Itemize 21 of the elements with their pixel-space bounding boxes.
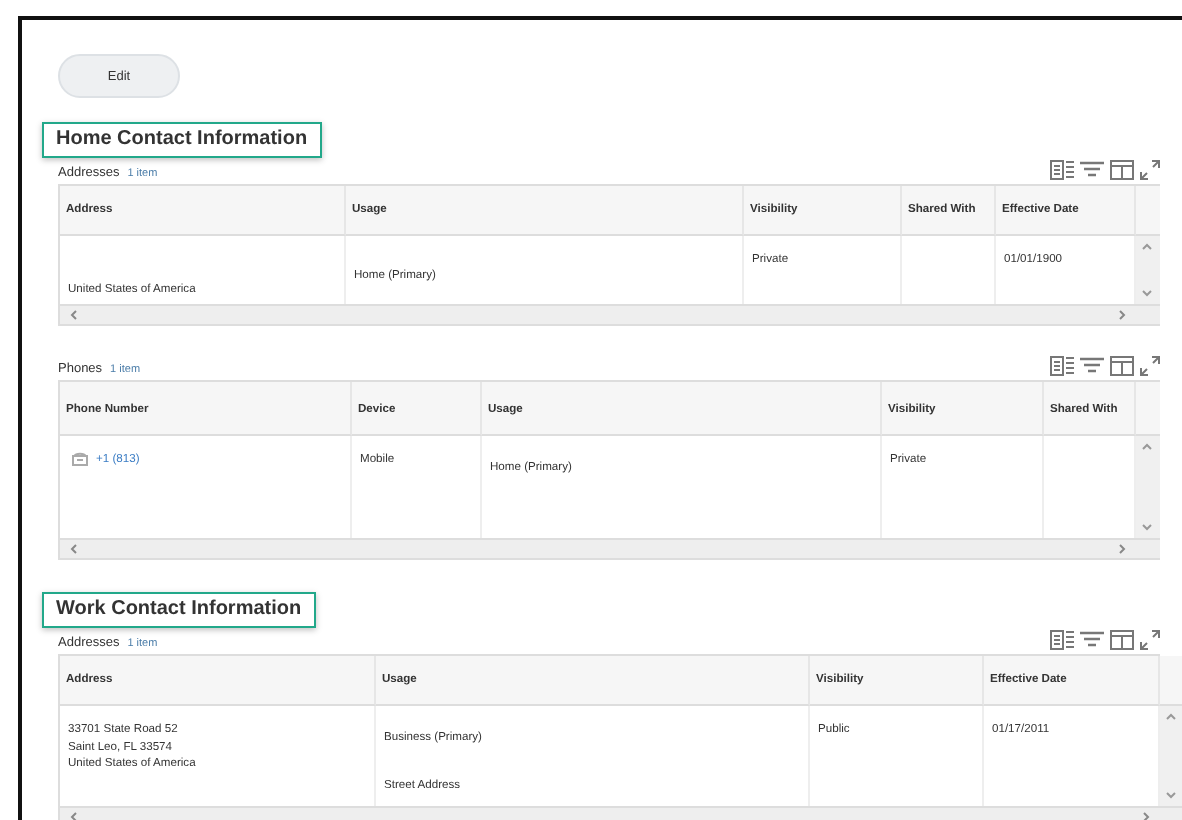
- columns-icon[interactable]: [1110, 356, 1134, 376]
- filter-icon[interactable]: [1080, 160, 1104, 180]
- header-corner: [1160, 656, 1182, 706]
- vertical-scrollbar[interactable]: [1136, 436, 1160, 538]
- section-heading: Work Contact Information: [42, 592, 316, 628]
- grid-view-icon[interactable]: [1050, 630, 1074, 650]
- expand-icon[interactable]: [1140, 630, 1160, 650]
- vertical-scrollbar[interactable]: [1136, 236, 1160, 304]
- columns-icon[interactable]: [1110, 630, 1134, 650]
- expand-icon[interactable]: [1140, 356, 1160, 376]
- grid-view-icon[interactable]: [1050, 160, 1074, 180]
- grid-view-icon[interactable]: [1050, 356, 1074, 376]
- filter-icon[interactable]: [1080, 356, 1104, 376]
- horizontal-scrollbar[interactable]: [60, 538, 1160, 558]
- section-heading: Home Contact Information: [42, 122, 322, 158]
- phone-icon: [72, 452, 88, 466]
- horizontal-scrollbar[interactable]: [60, 304, 1160, 324]
- columns-icon[interactable]: [1110, 160, 1134, 180]
- filter-icon[interactable]: [1080, 630, 1104, 650]
- vertical-scrollbar[interactable]: [1160, 706, 1182, 806]
- expand-icon[interactable]: [1140, 160, 1160, 180]
